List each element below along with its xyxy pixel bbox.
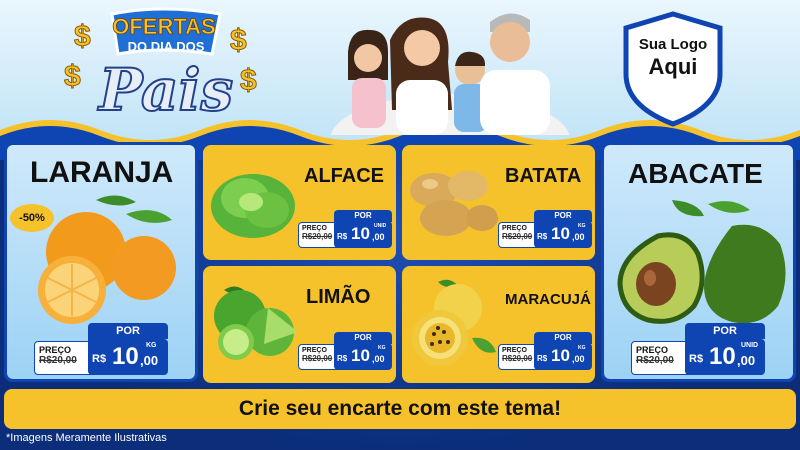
price-tag: POR PREÇO R$20,00 R$ 10 ,00 KG xyxy=(298,332,392,370)
price-tag: POR PREÇO R$20,00 R$ 10 ,00 KG xyxy=(34,323,168,375)
headline-line1: OFERTAS xyxy=(112,14,215,39)
price-tag: POR PREÇO R$20,00 R$ 10 ,00 UNID xyxy=(298,210,392,248)
currency: R$ xyxy=(92,353,107,365)
price-decimal: ,00 xyxy=(572,354,585,364)
old-price-box: PREÇO R$20,00 xyxy=(298,344,338,370)
old-price: R$20,00 xyxy=(302,232,333,241)
old-price: R$20,00 xyxy=(636,355,674,366)
product-name: ABACATE xyxy=(628,158,763,189)
price-decimal: ,00 xyxy=(572,232,585,242)
price-unit: KG xyxy=(578,223,586,229)
avocado-image xyxy=(617,200,786,324)
old-price-box: PREÇO R$20,00 xyxy=(631,341,689,375)
potato-image xyxy=(410,171,498,236)
lime-image xyxy=(214,286,298,360)
old-price: R$20,00 xyxy=(39,355,77,366)
old-price: R$20,00 xyxy=(502,232,533,241)
currency: R$ xyxy=(689,353,704,365)
price-decimal: ,00 xyxy=(372,354,385,364)
product-name: ALFACE xyxy=(304,165,384,187)
price-unit: UNID xyxy=(741,342,759,349)
svg-text:$: $ xyxy=(64,60,81,93)
current-price: R$ 10 ,00 UNID xyxy=(334,221,392,248)
disclaimer-text: *Imagens Meramente Ilustrativas xyxy=(6,432,167,444)
current-price: R$ 10 ,00 KG xyxy=(88,339,168,375)
price-integer: 10 xyxy=(551,224,570,243)
preco-label: PREÇO xyxy=(502,225,527,232)
current-price: R$ 10 ,00 KG xyxy=(534,343,592,370)
product-name: LARANJA xyxy=(30,156,174,189)
old-price-box: PREÇO R$20,00 xyxy=(498,344,538,370)
old-price: R$20,00 xyxy=(502,354,533,363)
price-integer: 10 xyxy=(709,343,736,370)
product-name: LIMÃO xyxy=(306,286,371,308)
currency: R$ xyxy=(537,354,548,363)
price-decimal: ,00 xyxy=(372,232,385,242)
por-label: POR xyxy=(88,323,168,339)
logo-line1: Sua Logo xyxy=(638,36,708,53)
logo-line2: Aqui xyxy=(648,54,698,79)
price-unit: KG xyxy=(578,345,586,351)
passionfruit-image xyxy=(412,279,496,366)
product-name: BATATA xyxy=(505,165,582,187)
price-tag: POR PREÇO R$20,00 R$ 10 ,00 KG xyxy=(498,210,592,248)
headline-line3: Pais xyxy=(97,56,233,124)
preco-label: PREÇO xyxy=(302,225,327,232)
current-price: R$ 10 ,00 KG xyxy=(534,221,592,248)
flyer: $ $ $ $ OFERTAS DO DIA DOS Pais Sua Logo… xyxy=(0,0,800,450)
preco-label: PREÇO xyxy=(39,345,72,355)
headline-logo: $ $ $ $ OFERTAS DO DIA DOS Pais xyxy=(64,7,258,124)
svg-text:$: $ xyxy=(74,20,91,53)
price-unit: KG xyxy=(378,345,386,351)
currency: R$ xyxy=(337,232,348,241)
price-decimal: ,00 xyxy=(140,353,159,368)
current-price: R$ 10 ,00 KG xyxy=(334,343,392,370)
price-unit: KG xyxy=(146,342,157,349)
call-to-action-banner[interactable]: Crie seu encarte com este tema! xyxy=(4,389,796,429)
logo-placeholder: Sua Logo Aqui xyxy=(620,36,726,80)
product-name: MARACUJÁ xyxy=(505,291,591,308)
price-tag: POR PREÇO R$20,00 R$ 10 ,00 KG xyxy=(498,332,592,370)
price-integer: 10 xyxy=(112,343,139,370)
currency: R$ xyxy=(337,354,348,363)
price-unit: UNID xyxy=(374,223,387,229)
discount-badge: -50% xyxy=(10,204,54,232)
lettuce-image xyxy=(211,174,295,238)
family-photo xyxy=(330,13,570,135)
old-price-box: PREÇO R$20,00 xyxy=(298,222,338,248)
svg-text:$: $ xyxy=(230,24,247,57)
preco-label: PREÇO xyxy=(302,347,327,354)
old-price-box: PREÇO R$20,00 xyxy=(498,222,538,248)
svg-text:$: $ xyxy=(240,64,257,97)
price-integer: 10 xyxy=(551,346,570,365)
old-price-box: PREÇO R$20,00 xyxy=(34,341,92,375)
por-label: POR xyxy=(685,323,765,339)
price-tag: POR PREÇO R$20,00 R$ 10 ,00 UNID xyxy=(631,323,765,375)
preco-label: PREÇO xyxy=(502,347,527,354)
price-decimal: ,00 xyxy=(737,353,756,368)
headline-line2: DO DIA DOS xyxy=(128,39,205,54)
price-integer: 10 xyxy=(351,224,370,243)
preco-label: PREÇO xyxy=(636,345,669,355)
price-integer: 10 xyxy=(351,346,370,365)
current-price: R$ 10 ,00 UNID xyxy=(685,339,765,375)
currency: R$ xyxy=(537,232,548,241)
old-price: R$20,00 xyxy=(302,354,333,363)
